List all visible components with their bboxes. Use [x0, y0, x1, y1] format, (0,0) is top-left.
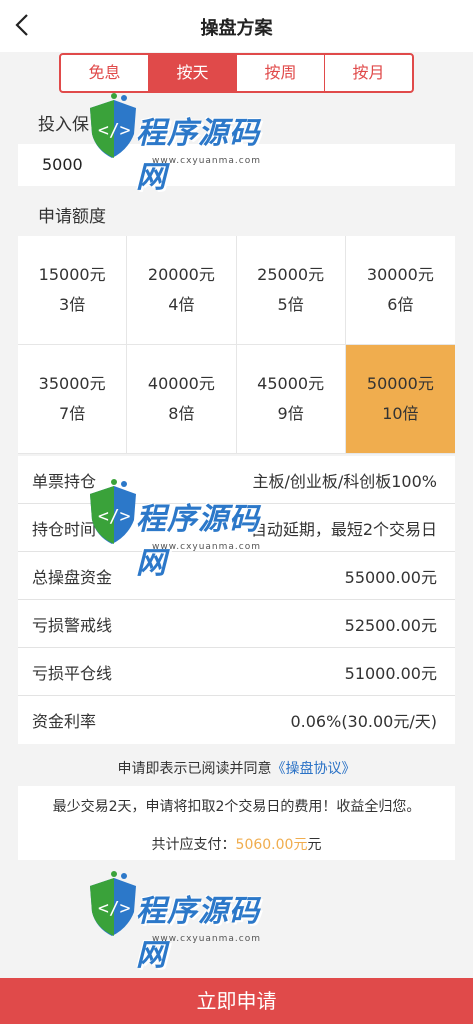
- page-title: 操盘方案: [200, 18, 273, 39]
- info-value: 52500.00元: [344, 615, 437, 635]
- option-multiple: 9倍: [277, 404, 304, 423]
- agreement-text: 申请即表示已阅读并同意《操盘协议》: [0, 758, 473, 778]
- svg-text:</>: </>: [98, 898, 131, 919]
- tab-free-interest[interactable]: 免息: [61, 55, 149, 91]
- info-row: 亏损平仓线 51000.00元: [18, 648, 455, 696]
- option-amount: 15000元: [38, 265, 106, 284]
- watermark-text: 程序源码网: [136, 502, 260, 581]
- tab-daily[interactable]: 按天: [149, 55, 237, 91]
- tab-weekly[interactable]: 按周: [237, 55, 325, 91]
- plan-tabs: 免息 按天 按周 按月: [59, 53, 414, 93]
- invest-label: 投入保: [38, 115, 89, 135]
- amount-option[interactable]: 40000元 8倍: [127, 345, 237, 454]
- amount-option[interactable]: 30000元 6倍: [345, 236, 455, 345]
- option-amount: 45000元: [257, 374, 325, 393]
- info-value: 55000.00元: [344, 567, 437, 587]
- option-multiple: 3倍: [59, 295, 86, 314]
- option-multiple: 10倍: [382, 404, 419, 423]
- invest-value: 5000: [42, 155, 83, 174]
- amount-option[interactable]: 50000元 10倍: [345, 345, 455, 454]
- agreement-prefix: 申请即表示已阅读并同意: [117, 761, 272, 777]
- amount-option[interactable]: 20000元 4倍: [127, 236, 237, 345]
- shield-logo-icon: </>: [90, 871, 136, 936]
- header-bar: 操盘方案: [0, 0, 473, 52]
- agreement-link[interactable]: 《操盘协议》: [272, 761, 356, 777]
- info-row: 亏损警戒线 52500.00元: [18, 600, 455, 648]
- info-value: 51000.00元: [344, 663, 437, 683]
- total-amount: 5060.00元: [235, 837, 308, 853]
- option-amount: 20000元: [147, 265, 215, 284]
- option-amount: 25000元: [257, 265, 325, 284]
- watermark-url: www.cxyuanma.com: [152, 542, 262, 552]
- watermark: </> 程序源码网 www.cxyuanma.com: [84, 478, 284, 581]
- amount-option[interactable]: 25000元 5倍: [236, 236, 346, 345]
- amount-grid: 15000元 3倍 20000元 4倍 25000元 5倍 30000元 6倍 …: [18, 236, 455, 454]
- svg-text:</>: </>: [98, 506, 131, 527]
- watermark-text: 程序源码网: [136, 116, 260, 195]
- info-row: 资金利率 0.06%(30.00元/天): [18, 696, 455, 744]
- option-amount: 35000元: [38, 374, 106, 393]
- info-label: 资金利率: [32, 712, 97, 731]
- info-value: 0.06%(30.00元/天): [290, 712, 437, 731]
- total-payment: 共计应支付：5060.00元元: [18, 834, 455, 854]
- apply-now-button[interactable]: 立即申请: [0, 978, 473, 1024]
- option-amount: 40000元: [147, 374, 215, 393]
- shield-logo-icon: </>: [90, 93, 136, 158]
- tab-monthly[interactable]: 按月: [325, 55, 412, 91]
- option-amount: 30000元: [366, 265, 434, 284]
- total-suffix: 元: [307, 837, 322, 853]
- watermark-url: www.cxyuanma.com: [152, 156, 262, 166]
- watermark: </> 程序源码网 www.cxyuanma.com: [84, 870, 284, 973]
- amount-option[interactable]: 15000元 3倍: [18, 236, 128, 345]
- watermark-url: www.cxyuanma.com: [152, 934, 262, 944]
- apply-label: 申请额度: [38, 207, 106, 227]
- watermark: </> 程序源码网 www.cxyuanma.com: [84, 92, 284, 195]
- option-amount: 50000元: [366, 374, 434, 393]
- option-multiple: 8倍: [168, 404, 195, 423]
- notice-text: 最少交易2天，申请将扣取2个交易日的费用！收益全归您。: [52, 799, 421, 815]
- svg-text:</>: </>: [98, 120, 131, 141]
- option-multiple: 5倍: [277, 295, 304, 314]
- shield-logo-icon: </>: [90, 479, 136, 544]
- amount-option[interactable]: 45000元 9倍: [236, 345, 346, 454]
- info-label: 亏损平仓线: [32, 663, 113, 683]
- total-label: 共计应支付：: [151, 837, 236, 853]
- option-multiple: 6倍: [387, 295, 414, 314]
- amount-option[interactable]: 35000元 7倍: [18, 345, 128, 454]
- option-multiple: 4倍: [168, 295, 195, 314]
- info-label: 亏损警戒线: [32, 615, 113, 635]
- option-multiple: 7倍: [59, 404, 86, 423]
- fee-notice: 最少交易2天，申请将扣取2个交易日的费用！收益全归您。 共计应支付：5060.0…: [18, 786, 455, 860]
- watermark-text: 程序源码网: [136, 894, 260, 973]
